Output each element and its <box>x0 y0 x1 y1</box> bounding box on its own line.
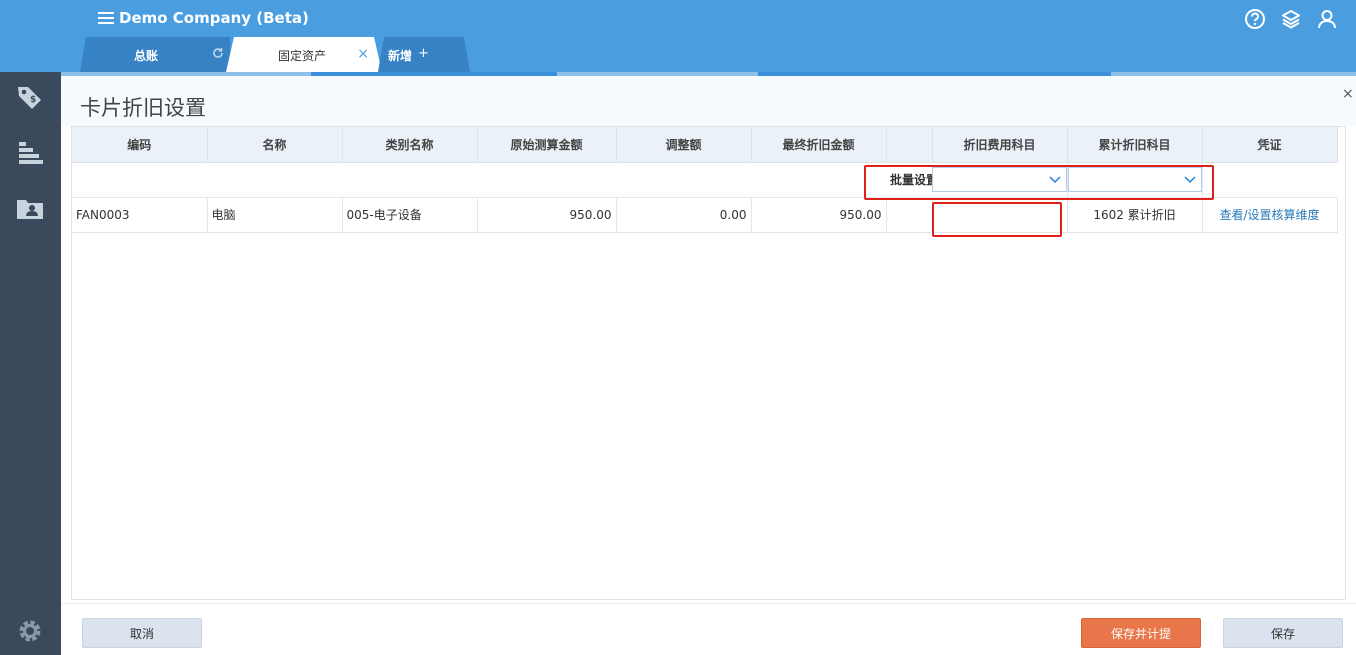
table-row[interactable]: FAN0003 电脑 005-电子设备 950.00 0.00 950.00 1… <box>72 197 1338 233</box>
cell-voucher: 查看/设置核算维度 <box>1202 197 1338 233</box>
top-header: Demo Company (Beta) 总账 固定资产 × 新增 + <box>0 0 1356 72</box>
column-header-final-amount[interactable]: 最终折旧金额 <box>751 127 887 163</box>
column-header-expense-account[interactable]: 折旧费用科目 <box>932 127 1068 163</box>
user-icon[interactable] <box>1316 8 1338 30</box>
cell-expense-account[interactable] <box>932 197 1068 233</box>
tab-ledger-label: 总账 <box>134 49 159 63</box>
table-header-row: 编码 名称 类别名称 原始测算金额 调整额 最终折旧金额 折旧费用科目 累计折旧… <box>72 127 1338 163</box>
gear-icon[interactable] <box>14 616 46 646</box>
company-name[interactable]: Demo Company (Beta) <box>119 9 309 27</box>
cell-category: 005-电子设备 <box>342 197 478 233</box>
depreciation-grid: 编码 名称 类别名称 原始测算金额 调整额 最终折旧金额 折旧费用科目 累计折旧… <box>71 126 1346 600</box>
help-icon[interactable] <box>1244 8 1266 30</box>
column-header-name[interactable]: 名称 <box>207 127 343 163</box>
tag-icon[interactable]: $ <box>14 82 46 112</box>
depreciation-table: 编码 名称 类别名称 原始测算金额 调整额 最终折旧金额 折旧费用科目 累计折旧… <box>72 127 1338 233</box>
main-panel: 卡片折旧设置 × 编码 名称 类别名称 原始测算金额 调整额 最终折旧金额 折旧… <box>61 72 1356 655</box>
left-sidebar: $ <box>0 72 61 655</box>
menu-icon[interactable] <box>98 12 114 26</box>
batch-setting-row: 批量设置 <box>72 162 1337 198</box>
save-button[interactable]: 保存 <box>1223 618 1343 648</box>
refresh-icon[interactable] <box>212 47 224 62</box>
cell-final-amount: 950.00 <box>751 197 887 233</box>
folder-icon[interactable] <box>14 194 46 224</box>
cell-name: 电脑 <box>207 197 343 233</box>
view-dimension-link[interactable]: 查看/设置核算维度 <box>1219 208 1319 222</box>
title-area: 卡片折旧设置 × <box>61 76 1356 126</box>
tab-fixed-assets-label: 固定资产 <box>278 49 327 63</box>
cell-accum-account[interactable]: 1602 累计折旧 <box>1067 197 1203 233</box>
cell-original-amount: 950.00 <box>477 197 617 233</box>
tab-add[interactable]: 新增 + <box>378 37 470 72</box>
column-header-category[interactable]: 类别名称 <box>342 127 478 163</box>
batch-expense-account-select[interactable] <box>932 167 1066 192</box>
cell-code: FAN0003 <box>72 197 208 233</box>
cancel-button[interactable]: 取消 <box>82 618 202 648</box>
batch-setting-label: 批量设置 <box>886 162 932 198</box>
layers-icon[interactable] <box>1280 8 1302 30</box>
column-header-code[interactable]: 编码 <box>72 127 208 163</box>
cell-adjustment[interactable]: 0.00 <box>616 197 752 233</box>
tab-add-label: 新增 <box>388 49 413 63</box>
footer-bar: 取消 保存并计提 保存 <box>61 603 1356 655</box>
close-icon[interactable]: × <box>1342 86 1356 102</box>
save-and-calculate-button[interactable]: 保存并计提 <box>1081 618 1201 648</box>
batch-accum-cell <box>1067 162 1203 198</box>
svg-text:$: $ <box>30 95 36 105</box>
column-header-adjustment[interactable]: 调整额 <box>616 127 752 163</box>
tab-ledger[interactable]: 总账 <box>80 37 230 72</box>
chevron-down-icon[interactable] <box>1182 171 1198 187</box>
chart-icon[interactable] <box>14 138 46 168</box>
plus-icon: + <box>418 46 429 61</box>
column-header-original-amount[interactable]: 原始测算金额 <box>477 127 617 163</box>
top-toolbar <box>1244 8 1338 30</box>
batch-expense-cell <box>932 162 1068 198</box>
column-header-blank <box>886 127 933 163</box>
chevron-down-icon[interactable] <box>1047 171 1063 187</box>
close-icon[interactable]: × <box>357 46 369 62</box>
column-header-accum-account[interactable]: 累计折旧科目 <box>1067 127 1203 163</box>
page-title: 卡片折旧设置 <box>80 96 206 120</box>
cell-blank <box>886 197 933 233</box>
tab-fixed-assets[interactable]: 固定资产 × <box>226 37 382 72</box>
column-header-voucher[interactable]: 凭证 <box>1202 127 1338 163</box>
batch-accum-account-select[interactable] <box>1067 167 1201 192</box>
